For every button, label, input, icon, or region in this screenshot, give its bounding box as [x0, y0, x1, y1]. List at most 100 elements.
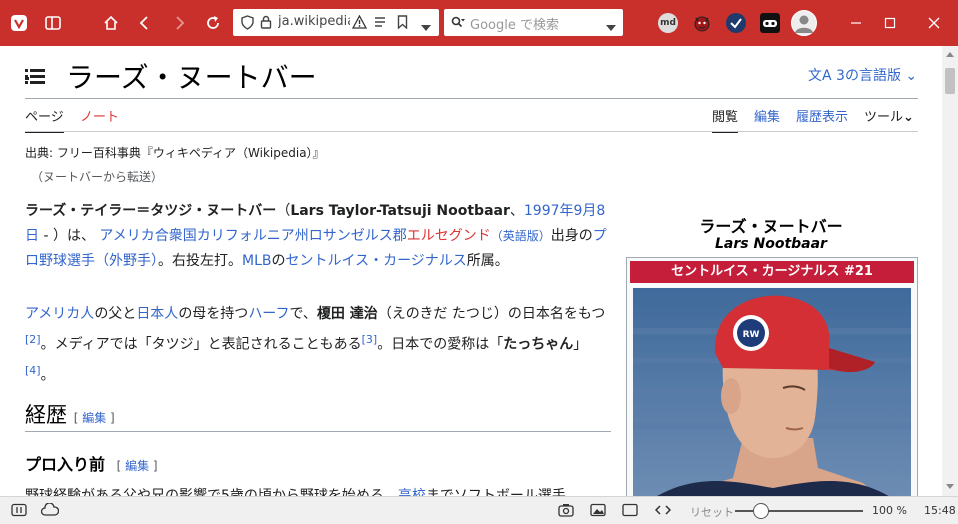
- tools-label: ツール: [864, 110, 904, 125]
- tools-menu[interactable]: ツール⌄: [864, 106, 914, 125]
- page-scrollbar[interactable]: [942, 46, 958, 496]
- capture-icon[interactable]: [558, 503, 574, 520]
- subsection-heading-text: プロ入り前: [25, 455, 106, 474]
- text: （: [276, 203, 291, 219]
- tab-edit[interactable]: 編集: [754, 106, 780, 125]
- url-text[interactable]: ja.wikipedia.c: [278, 14, 350, 29]
- text: 、: [509, 203, 524, 219]
- minimize-icon[interactable]: [846, 13, 866, 33]
- reference-2-link[interactable]: [2]: [25, 333, 41, 346]
- tab-talk[interactable]: ノート: [80, 106, 119, 125]
- page-title: ラーズ・ヌートバー: [66, 61, 317, 94]
- wiki-page: ラーズ・ヌートバー 文A 3の言語版 ⌄ ページ ノート 閲覧 編集 履歴表示 …: [0, 46, 942, 496]
- zoom-reset-button[interactable]: リセット: [690, 504, 734, 520]
- image-toggle-icon[interactable]: [590, 503, 606, 520]
- text: 。日本での愛称は「: [377, 336, 504, 353]
- section-heading-career: 経歴 [ 編集 ]: [25, 399, 115, 429]
- text: 。: [40, 367, 55, 384]
- place-link[interactable]: アメリカ合衆国カリフォルニア州ロサンゼルス郡: [99, 228, 406, 244]
- lock-icon[interactable]: [260, 15, 272, 34]
- edit-label[interactable]: 編集: [125, 459, 149, 473]
- latin-name-bold: Lars Taylor-Tatsuji Nootbaar: [290, 203, 510, 219]
- language-switcher[interactable]: 文A 3の言語版 ⌄: [808, 65, 917, 85]
- bookmark-icon[interactable]: [397, 15, 408, 33]
- translate-icon: 文A: [808, 68, 832, 84]
- english-version-link[interactable]: （英語版）: [491, 229, 551, 243]
- tab-page[interactable]: ページ: [25, 106, 64, 133]
- vivaldi-logo-icon[interactable]: [6, 10, 32, 36]
- search-field[interactable]: Google で検索: [444, 9, 623, 36]
- reference-3-link[interactable]: [3]: [362, 333, 378, 346]
- shield-icon[interactable]: [241, 15, 254, 34]
- section-heading-text: 経歴: [25, 403, 67, 427]
- devtools-icon[interactable]: [654, 503, 672, 520]
- edit-section-link[interactable]: [ 編集 ]: [74, 411, 115, 425]
- clock: 15:48: [924, 504, 956, 517]
- mlb-link[interactable]: MLB: [242, 253, 271, 269]
- player-photo[interactable]: RW: [633, 288, 911, 496]
- scroll-down-icon[interactable]: [946, 484, 954, 489]
- address-bar[interactable]: ja.wikipedia.c: [233, 9, 439, 36]
- search-placeholder: Google で検索: [470, 18, 559, 33]
- text: （えのきだ たつじ）の日本名をもつ: [377, 306, 606, 322]
- maximize-icon[interactable]: [880, 13, 900, 33]
- main-menu-icon[interactable]: [25, 68, 45, 84]
- warning-icon[interactable]: [351, 14, 368, 33]
- home-icon[interactable]: [98, 10, 124, 36]
- panel-toggle-icon[interactable]: [40, 10, 66, 36]
- text: 。メディアでは「タツジ」と表記されることもある: [40, 336, 362, 353]
- language-count: 3の言語版: [836, 68, 901, 84]
- edit-label[interactable]: 編集: [82, 411, 106, 425]
- redirect-text[interactable]: （ヌートバーから転送）: [31, 170, 163, 184]
- text: 野球経験がある父や兄の影響で5歳の頃から野球を始める。: [25, 488, 398, 496]
- cloud-sync-icon[interactable]: [40, 502, 60, 520]
- reference-4-link[interactable]: [4]: [25, 364, 41, 377]
- half-link[interactable]: ハーフ: [248, 306, 289, 322]
- mask-extension-icon[interactable]: [760, 13, 780, 33]
- town-redlink[interactable]: エルセグンド: [407, 228, 491, 244]
- redirect-note[interactable]: （ヌートバーから転送）: [31, 168, 163, 185]
- team-link[interactable]: セントルイス・カージナルス: [285, 253, 466, 269]
- reader-view-icon[interactable]: [374, 16, 386, 32]
- edit-subsection-link[interactable]: [ 編集 ]: [117, 459, 158, 473]
- high-school-link[interactable]: 高校: [398, 488, 426, 496]
- scroll-up-icon[interactable]: [946, 52, 954, 57]
- japanese-name-bold: 榎田 達治: [316, 306, 378, 322]
- text: の: [271, 253, 286, 269]
- profile-avatar[interactable]: [791, 10, 817, 36]
- japanese-link[interactable]: 日本人: [136, 306, 178, 322]
- tab-read[interactable]: 閲覧: [712, 106, 739, 133]
- tabs-divider: [25, 131, 918, 132]
- intro-paragraph: ラーズ・テイラー＝タツジ・ヌートバー（Lars Taylor-Tatsuji N…: [25, 199, 611, 274]
- zoom-slider-handle[interactable]: [752, 503, 769, 519]
- title-divider: [25, 98, 918, 99]
- markdown-extension-icon[interactable]: md: [658, 13, 678, 33]
- browser-toolbar: ja.wikipedia.c Google で検索 md: [0, 0, 958, 46]
- infobox-latin-name: Lars Nootbaar: [715, 236, 827, 252]
- search-engine-icon[interactable]: [451, 16, 465, 33]
- text: - ）は、: [39, 228, 95, 244]
- back-icon[interactable]: [132, 10, 158, 36]
- nickname-bold: たっちゃん: [503, 336, 574, 353]
- position-link[interactable]: （外野手）: [95, 253, 158, 269]
- panel-icon[interactable]: [11, 503, 27, 520]
- devil-extension-icon[interactable]: [692, 13, 712, 33]
- close-icon[interactable]: [924, 13, 944, 33]
- infobox-name: ラーズ・ヌートバー: [699, 217, 843, 236]
- american-link[interactable]: アメリカ人: [25, 306, 94, 322]
- zoom-level: 100 %: [872, 504, 907, 517]
- check-extension-icon[interactable]: [726, 13, 746, 33]
- text: の母を持つ: [178, 306, 249, 322]
- search-dropdown-icon[interactable]: [606, 20, 616, 35]
- reload-icon[interactable]: [200, 10, 226, 36]
- address-dropdown-icon[interactable]: [421, 20, 431, 35]
- text: で、: [289, 306, 317, 322]
- tab-history[interactable]: 履歴表示: [796, 106, 848, 125]
- cut-off-paragraph: 野球経験がある父や兄の影響で5歳の頃から野球を始める。高校までソフトボール選手: [25, 486, 611, 496]
- text: までソフトボール選手: [425, 488, 566, 496]
- scrollbar-thumb[interactable]: [945, 68, 955, 94]
- svg-text:RW: RW: [743, 330, 760, 340]
- forward-icon[interactable]: [166, 10, 192, 36]
- infobox: セントルイス・カージナルス #21 RW: [626, 257, 918, 496]
- page-tiling-icon[interactable]: [622, 503, 638, 520]
